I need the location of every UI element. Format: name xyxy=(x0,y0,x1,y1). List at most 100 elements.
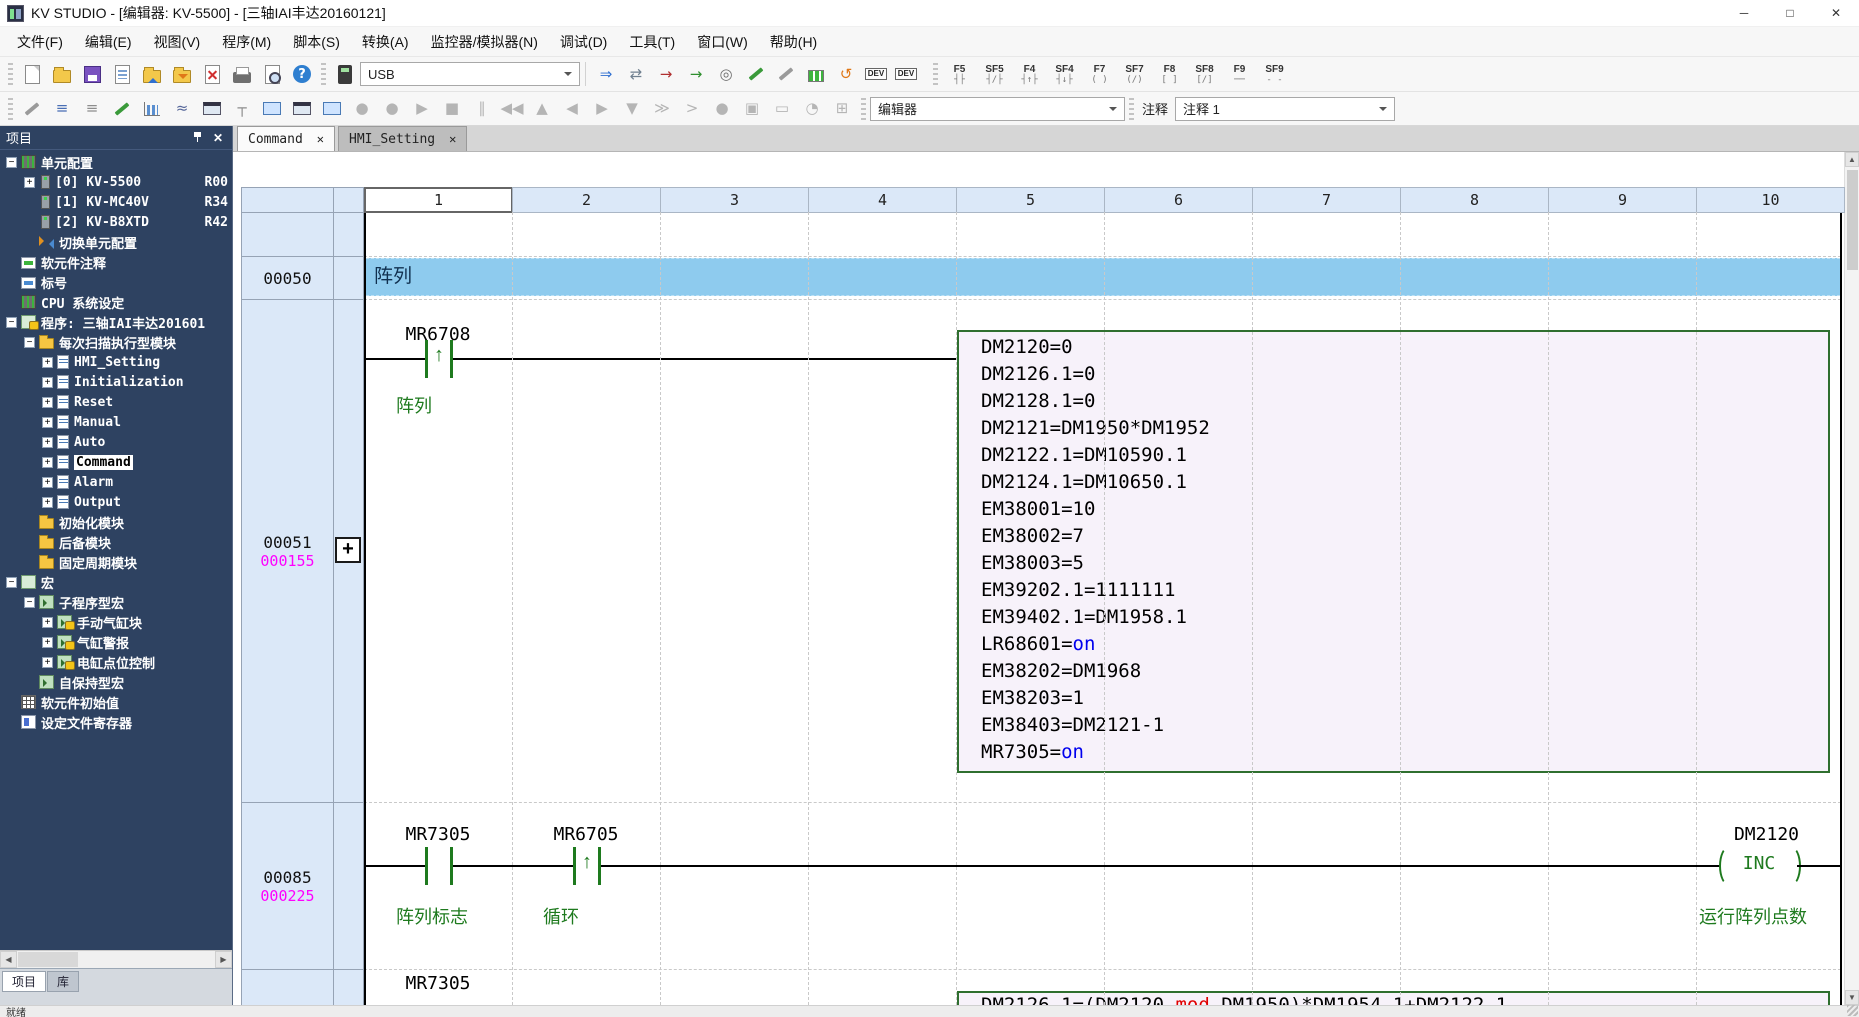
menu-tools[interactable]: 工具(T) xyxy=(618,27,686,56)
trend-chart-button[interactable] xyxy=(138,95,166,123)
scroll-down-icon[interactable]: ▼ xyxy=(1845,990,1859,1005)
tree-item[interactable]: +气缸警报 xyxy=(0,632,232,652)
menu-help[interactable]: 帮助(H) xyxy=(759,27,828,56)
write-to-plc-button[interactable] xyxy=(168,60,196,88)
simulator-standby-button[interactable]: ● xyxy=(378,95,406,123)
tree-item[interactable]: +Alarm xyxy=(0,472,232,492)
contact-device-label[interactable]: MR6708 xyxy=(380,324,496,345)
tree-item[interactable]: 标号 xyxy=(0,272,232,292)
resize-grip[interactable] xyxy=(1847,1005,1858,1016)
expand-icon[interactable]: + xyxy=(42,497,53,508)
collapse-icon[interactable]: − xyxy=(6,157,17,168)
close-button[interactable]: ✕ xyxy=(1813,0,1859,26)
comment-set-select[interactable]: 注释 1 xyxy=(1175,97,1395,121)
find-device-button[interactable]: ◎ xyxy=(712,60,740,88)
vscroll-thumb[interactable] xyxy=(1847,170,1858,270)
tree-item[interactable]: −宏 xyxy=(0,572,232,592)
grid-column-header[interactable]: 9 xyxy=(1548,187,1697,213)
contact-device-label[interactable]: MR7305 xyxy=(380,824,496,845)
expand-icon[interactable]: + xyxy=(42,657,53,668)
monitor-transfer-button[interactable]: ⇒ xyxy=(592,60,620,88)
fkey-sf4-button[interactable]: SF4┤↓├ xyxy=(1048,60,1081,88)
tree-item[interactable]: CPU 系统设定 xyxy=(0,292,232,312)
grid-column-header[interactable]: 6 xyxy=(1104,187,1253,213)
tab-close-icon[interactable]: ✕ xyxy=(449,132,456,146)
row-header[interactable] xyxy=(333,256,364,300)
row-header[interactable]: 00085 000225 xyxy=(241,802,334,970)
tree-item[interactable]: 软元件注释 xyxy=(0,252,232,272)
step-up-button[interactable]: ▲ xyxy=(528,95,556,123)
expand-icon[interactable]: + xyxy=(42,617,53,628)
tree-item[interactable]: −单元配置 xyxy=(0,152,232,172)
toolbar-grip[interactable] xyxy=(861,98,866,120)
grid-column-header[interactable]: 5 xyxy=(956,187,1105,213)
tree-item[interactable]: −子程序型宏 xyxy=(0,592,232,612)
coil-device-label[interactable]: DM2120 xyxy=(1673,824,1799,845)
tree-item[interactable]: [2] KV-B8XTDR42 xyxy=(0,212,232,232)
scroll-right-icon[interactable]: ▶ xyxy=(215,951,232,968)
toolbar-grip[interactable] xyxy=(8,98,13,120)
scan-step-button[interactable]: ▭ xyxy=(768,95,796,123)
expand-icon[interactable]: + xyxy=(42,637,53,648)
help-button[interactable]: ? xyxy=(288,60,316,88)
row-header[interactable] xyxy=(333,969,364,1005)
plc-verify-button[interactable]: ↺ xyxy=(832,60,860,88)
toolbar-grip[interactable] xyxy=(933,63,938,85)
expand-icon[interactable]: + xyxy=(42,437,53,448)
row-header[interactable]: 00051 000155 xyxy=(241,299,334,803)
run-to-cursor-button[interactable]: > xyxy=(678,95,706,123)
tree-item[interactable]: +Output xyxy=(0,492,232,512)
dev-batch-monitor-button[interactable]: DEV xyxy=(892,60,920,88)
expand-icon[interactable]: + xyxy=(24,177,35,188)
tree-item[interactable]: [1] KV-MC40VR34 xyxy=(0,192,232,212)
new-project-button[interactable] xyxy=(18,60,46,88)
row-header[interactable] xyxy=(333,212,364,257)
panel-tab-项目[interactable]: 项目 xyxy=(2,971,46,992)
tree-item[interactable]: 切换单元配置 xyxy=(0,232,232,252)
dev-monitor-button[interactable]: DEV xyxy=(862,60,890,88)
batch-monitor-button[interactable] xyxy=(198,95,226,123)
menu-view[interactable]: 视图(V) xyxy=(143,27,212,56)
row-header[interactable] xyxy=(241,969,334,1005)
tree-item[interactable]: 后备模块 xyxy=(0,532,232,552)
tree-item[interactable]: +Auto xyxy=(0,432,232,452)
collapse-icon[interactable]: − xyxy=(24,337,35,348)
grid-column-header[interactable]: 1 xyxy=(364,187,513,213)
script-box[interactable]: DM2120=0DM2126.1=0DM2128.1=0DM2121=DM195… xyxy=(957,330,1830,773)
run-to-end-button[interactable]: ≫ xyxy=(648,95,676,123)
menu-script[interactable]: 脚本(S) xyxy=(282,27,351,56)
registration-monitor-button[interactable]: ≈ xyxy=(168,95,196,123)
collapse-icon[interactable]: − xyxy=(6,317,17,328)
save-as-button[interactable] xyxy=(108,60,136,88)
toolbar-grip[interactable] xyxy=(321,63,326,85)
fkey-f4-button[interactable]: F4┤↑├ xyxy=(1013,60,1046,88)
tree-item[interactable]: +HMI_Setting xyxy=(0,352,232,372)
device-screen-button[interactable] xyxy=(318,95,346,123)
read-from-plc-button[interactable] xyxy=(138,60,166,88)
fkey-sf5-button[interactable]: SF5┤/├ xyxy=(978,60,1011,88)
project-tree-hscrollbar[interactable]: ◀ ▶ xyxy=(0,950,232,968)
comm-target-button[interactable] xyxy=(331,60,359,88)
contact-device-label[interactable]: MR6705 xyxy=(528,824,644,845)
device-usage-list-button[interactable] xyxy=(802,60,830,88)
delete-line-button[interactable]: ≡ xyxy=(78,95,106,123)
rung-comment-band[interactable]: 阵列 xyxy=(366,258,1840,296)
step-forward-button[interactable]: ▶ xyxy=(588,95,616,123)
expand-icon[interactable]: + xyxy=(42,417,53,428)
tree-item[interactable]: +Command xyxy=(0,452,232,472)
tree-item[interactable]: 自保持型宏 xyxy=(0,672,232,692)
expand-icon[interactable]: + xyxy=(42,377,53,388)
tree-item[interactable]: +Reset xyxy=(0,392,232,412)
rung-expand-button[interactable]: + xyxy=(335,537,361,563)
line-number-button[interactable]: ⊞ xyxy=(828,95,856,123)
transfer-compare-button[interactable]: ⇄ xyxy=(622,60,650,88)
tree-item[interactable]: −每次扫描执行型模块 xyxy=(0,332,232,352)
toolbar-grip[interactable] xyxy=(8,63,13,85)
tree-item[interactable]: 初始化模块 xyxy=(0,512,232,532)
scroll-up-icon[interactable]: ▲ xyxy=(1845,152,1859,167)
grid-column-header[interactable]: 2 xyxy=(512,187,661,213)
toolbar-grip[interactable] xyxy=(1129,98,1134,120)
simulator-run-button[interactable]: ▶ xyxy=(408,95,436,123)
grid-column-header[interactable]: 4 xyxy=(808,187,957,213)
simulator-stop-button[interactable]: ■ xyxy=(438,95,466,123)
